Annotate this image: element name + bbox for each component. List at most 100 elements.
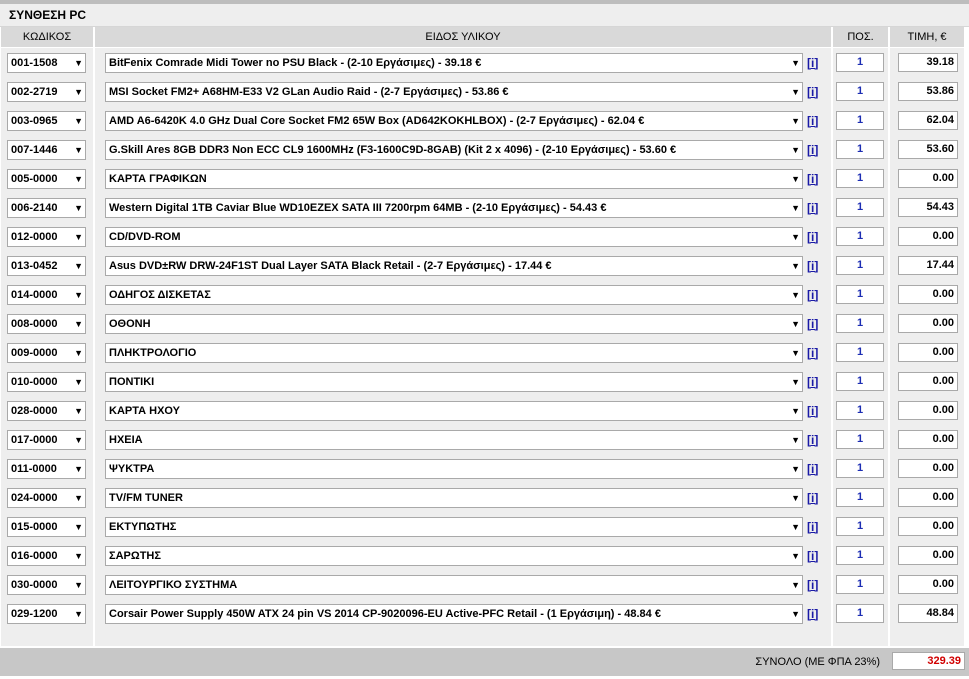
product-select[interactable]: ΨΥΚΤΡΑ ▼ [105, 458, 803, 479]
quantity-input[interactable]: 1 [836, 575, 884, 594]
code-select[interactable]: 028-0000 ▼ [7, 400, 86, 421]
code-value: 016-0000 [11, 549, 58, 562]
info-link[interactable]: [i] [807, 56, 818, 70]
info-link[interactable]: [i] [807, 230, 818, 244]
code-value: 012-0000 [11, 230, 58, 243]
description-cell: Asus DVD±RW DRW-24F1ST Dual Layer SATA B… [95, 251, 831, 280]
quantity-input[interactable]: 1 [836, 198, 884, 217]
product-select[interactable]: CD/DVD-ROM ▼ [105, 226, 803, 247]
quantity-input[interactable]: 1 [836, 546, 884, 565]
product-select[interactable]: TV/FM TUNER ▼ [105, 487, 803, 508]
code-cell: 008-0000 ▼ [1, 309, 93, 338]
product-select[interactable]: G.Skill Ares 8GB DDR3 Non ECC CL9 1600MH… [105, 139, 803, 160]
quantity-input[interactable]: 1 [836, 111, 884, 130]
code-select[interactable]: 016-0000 ▼ [7, 545, 86, 566]
info-link[interactable]: [i] [807, 317, 818, 331]
chevron-down-icon: ▼ [74, 318, 83, 329]
quantity-input[interactable]: 1 [836, 517, 884, 536]
info-link[interactable]: [i] [807, 520, 818, 534]
product-select[interactable]: ΛΕΙΤΟΥΡΓΙΚΟ ΣΥΣΤΗΜΑ ▼ [105, 574, 803, 595]
code-select[interactable]: 024-0000 ▼ [7, 487, 86, 508]
product-select[interactable]: ΠΟΝΤΙΚΙ ▼ [105, 371, 803, 392]
price-cell: 0.00 [890, 425, 964, 454]
price-field: 0.00 [898, 430, 958, 449]
quantity-input[interactable]: 1 [836, 140, 884, 159]
quantity-input[interactable]: 1 [836, 53, 884, 72]
code-select[interactable]: 013-0452 ▼ [7, 255, 86, 276]
info-link[interactable]: [i] [807, 201, 818, 215]
product-select[interactable]: BitFenix Comrade Midi Tower no PSU Black… [105, 52, 803, 73]
code-select[interactable]: 007-1446 ▼ [7, 139, 86, 160]
quantity-input[interactable]: 1 [836, 169, 884, 188]
product-select[interactable]: Western Digital 1TB Caviar Blue WD10EZEX… [105, 197, 803, 218]
product-select[interactable]: ΚΑΡΤΑ ΗΧΟΥ ▼ [105, 400, 803, 421]
product-select[interactable]: Asus DVD±RW DRW-24F1ST Dual Layer SATA B… [105, 255, 803, 276]
quantity-input[interactable]: 1 [836, 285, 884, 304]
code-cell: 015-0000 ▼ [1, 512, 93, 541]
code-select[interactable]: 008-0000 ▼ [7, 313, 86, 334]
code-select[interactable]: 010-0000 ▼ [7, 371, 86, 392]
info-link[interactable]: [i] [807, 491, 818, 505]
code-select[interactable]: 014-0000 ▼ [7, 284, 86, 305]
code-select[interactable]: 030-0000 ▼ [7, 574, 86, 595]
info-link[interactable]: [i] [807, 462, 818, 476]
table-row: 006-2140 ▼ Western Digital 1TB Caviar Bl… [1, 193, 964, 222]
info-link[interactable]: [i] [807, 288, 818, 302]
description-cell: ΚΑΡΤΑ ΗΧΟΥ ▼ [i] [95, 396, 831, 425]
quantity-input[interactable]: 1 [836, 401, 884, 420]
code-select[interactable]: 011-0000 ▼ [7, 458, 86, 479]
quantity-input[interactable]: 1 [836, 430, 884, 449]
code-select[interactable]: 006-2140 ▼ [7, 197, 86, 218]
quantity-input[interactable]: 1 [836, 459, 884, 478]
quantity-input[interactable]: 1 [836, 372, 884, 391]
info-link[interactable]: [i] [807, 259, 818, 273]
code-select[interactable]: 015-0000 ▼ [7, 516, 86, 537]
quantity-input[interactable]: 1 [836, 256, 884, 275]
product-select[interactable]: ΗΧΕΙΑ ▼ [105, 429, 803, 450]
info-link[interactable]: [i] [807, 404, 818, 418]
info-link[interactable]: [i] [807, 346, 818, 360]
product-select[interactable]: ΕΚΤΥΠΩΤΗΣ ▼ [105, 516, 803, 537]
product-select[interactable]: ΣΑΡΩΤΗΣ ▼ [105, 545, 803, 566]
product-select[interactable]: ΠΛΗΚΤΡΟΛΟΓΙΟ ▼ [105, 342, 803, 363]
product-value: G.Skill Ares 8GB DDR3 Non ECC CL9 1600MH… [109, 143, 677, 156]
code-select[interactable]: 029-1200 ▼ [7, 603, 86, 624]
product-select[interactable]: ΟΘΟΝΗ ▼ [105, 313, 803, 334]
chevron-down-icon: ▼ [791, 144, 800, 155]
product-select[interactable]: AMD A6-6420K 4.0 GHz Dual Core Socket FM… [105, 110, 803, 131]
price-field: 0.00 [898, 459, 958, 478]
info-link[interactable]: [i] [807, 114, 818, 128]
product-select[interactable]: ΚΑΡΤΑ ΓΡΑΦΙΚΩΝ ▼ [105, 168, 803, 189]
info-link[interactable]: [i] [807, 607, 818, 621]
info-link[interactable]: [i] [807, 172, 818, 186]
code-cell: 009-0000 ▼ [1, 338, 93, 367]
code-select[interactable]: 012-0000 ▼ [7, 226, 86, 247]
info-link[interactable]: [i] [807, 375, 818, 389]
info-link[interactable]: [i] [807, 85, 818, 99]
quantity-input[interactable]: 1 [836, 314, 884, 333]
code-select[interactable]: 002-2719 ▼ [7, 81, 86, 102]
code-select[interactable]: 009-0000 ▼ [7, 342, 86, 363]
product-value: BitFenix Comrade Midi Tower no PSU Black… [109, 56, 482, 69]
quantity-input[interactable]: 1 [836, 227, 884, 246]
quantity-input[interactable]: 1 [836, 488, 884, 507]
code-select[interactable]: 001-1508 ▼ [7, 52, 86, 73]
info-link[interactable]: [i] [807, 549, 818, 563]
header-code: ΚΩΔΙΚΟΣ [1, 27, 93, 48]
code-select[interactable]: 005-0000 ▼ [7, 168, 86, 189]
chevron-down-icon: ▼ [74, 521, 83, 532]
code-select[interactable]: 003-0965 ▼ [7, 110, 86, 131]
product-select[interactable]: MSI Socket FM2+ A68HM-E33 V2 GLan Audio … [105, 81, 803, 102]
quantity-input[interactable]: 1 [836, 604, 884, 623]
info-link[interactable]: [i] [807, 143, 818, 157]
price-cell: 0.00 [890, 396, 964, 425]
code-select[interactable]: 017-0000 ▼ [7, 429, 86, 450]
product-select[interactable]: Corsair Power Supply 450W ATX 24 pin VS … [105, 603, 803, 624]
info-link[interactable]: [i] [807, 578, 818, 592]
info-link[interactable]: [i] [807, 433, 818, 447]
price-cell: 53.60 [890, 135, 964, 164]
quantity-input[interactable]: 1 [836, 82, 884, 101]
price-field: 0.00 [898, 169, 958, 188]
quantity-input[interactable]: 1 [836, 343, 884, 362]
product-select[interactable]: ΟΔΗΓΟΣ ΔΙΣΚΕΤΑΣ ▼ [105, 284, 803, 305]
